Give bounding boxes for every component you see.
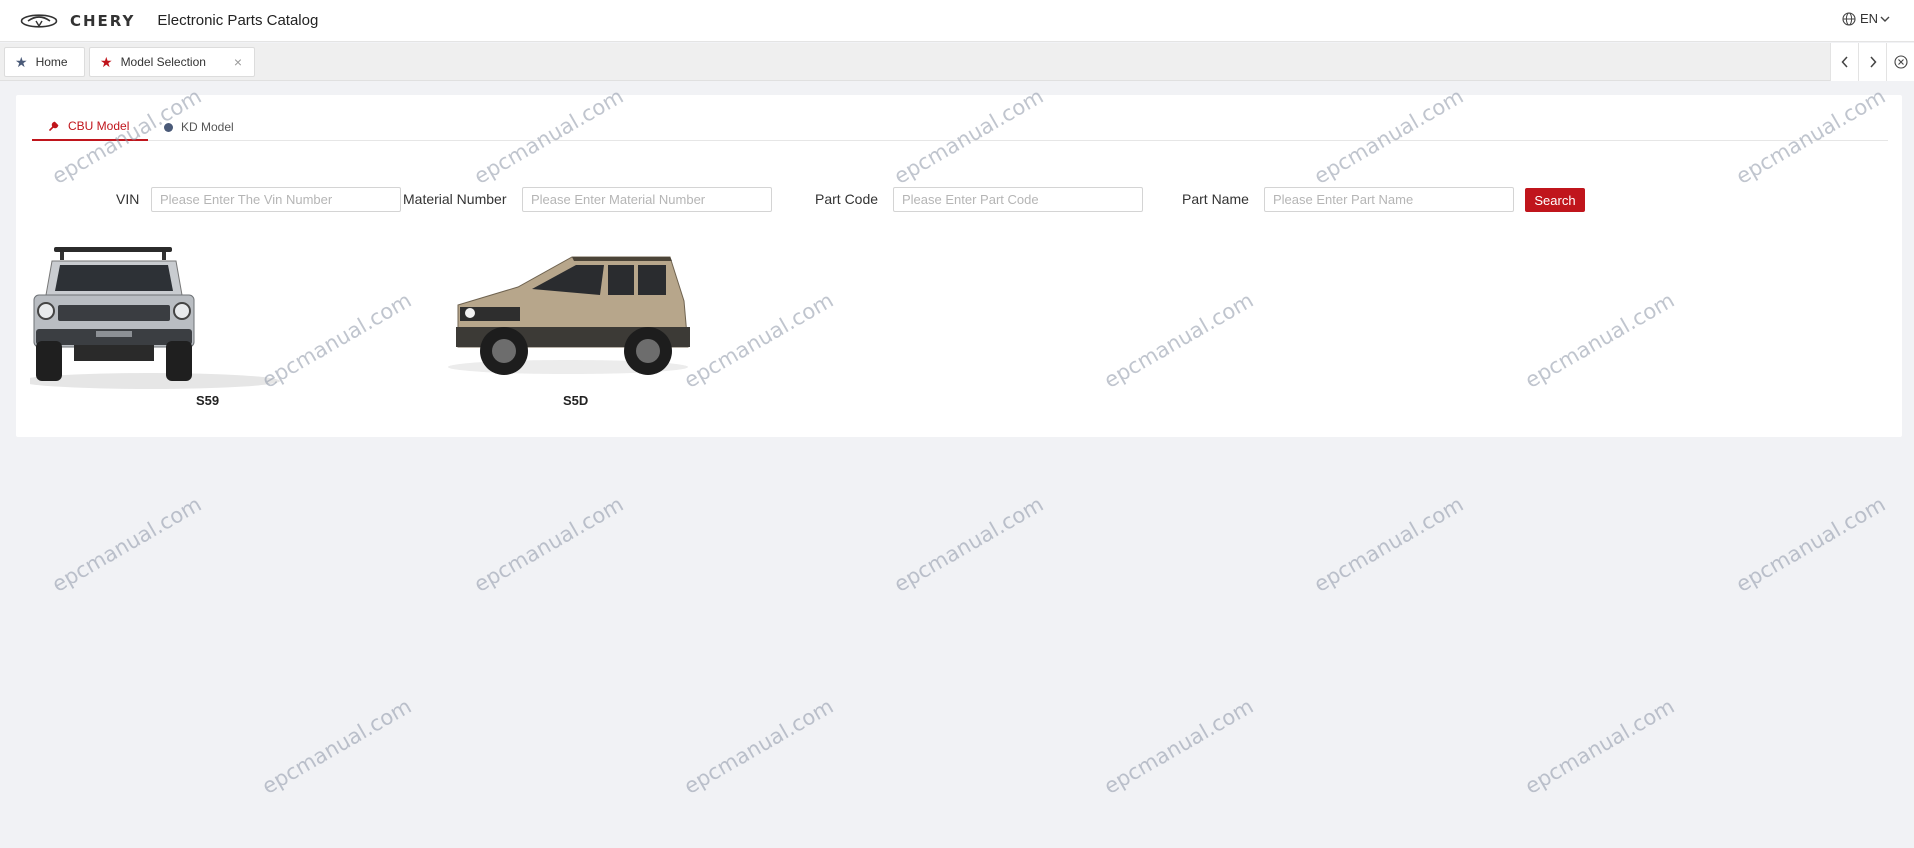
brand-name: CHERY (70, 11, 136, 30)
language-selector[interactable]: EN (1842, 11, 1890, 26)
model-name-s59: S59 (196, 393, 220, 408)
wrench-icon (48, 120, 60, 132)
watermark-text: epcmanual.com (48, 492, 206, 597)
vin-label: VIN (116, 191, 140, 207)
app-header: CHERY Electronic Parts Catalog EN (0, 0, 1914, 42)
chery-logo[interactable]: CHERY (20, 12, 135, 30)
tabs-scroll-left-button[interactable] (1830, 43, 1858, 81)
chevron-left-icon (1840, 56, 1848, 68)
app-title: Electronic Parts Catalog (157, 12, 319, 29)
tab-home[interactable]: ★ Home (4, 47, 85, 77)
search-button[interactable]: Search (1525, 188, 1585, 212)
circle-close-icon (1893, 55, 1908, 69)
chery-emblem-icon (20, 13, 58, 28)
star-icon: ★ (100, 54, 113, 70)
close-tab-icon[interactable]: × (234, 54, 242, 70)
part-code-input[interactable] (893, 187, 1143, 212)
model-name-s5d: S5D (563, 393, 589, 408)
part-name-input[interactable] (1264, 187, 1514, 212)
watermark-text: epcmanual.com (680, 694, 838, 799)
watermark-text: epcmanual.com (890, 492, 1048, 597)
model-card-s59[interactable]: S59 (30, 243, 390, 413)
tab-cbu-model[interactable]: CBU Model (32, 113, 148, 141)
search-form: VIN Material Number Part Code Part Name … (16, 187, 1902, 213)
dot-icon (164, 122, 173, 132)
s5d-car-image (448, 256, 690, 375)
tab-kd-model[interactable]: KD Model (160, 113, 234, 141)
star-icon: ★ (15, 54, 28, 70)
watermark-text: epcmanual.com (1732, 492, 1890, 597)
chevron-down-icon (1880, 16, 1890, 22)
watermark-text: epcmanual.com (1310, 492, 1468, 597)
tab-bar: ★ Home ★ Model Selection × (0, 43, 1914, 81)
watermark-text: epcmanual.com (258, 694, 416, 799)
watermark-text: epcmanual.com (1521, 694, 1679, 799)
globe-icon (1842, 11, 1856, 26)
vin-input[interactable] (151, 187, 401, 212)
part-code-label: Part Code (815, 191, 879, 207)
tabs-scroll-right-button[interactable] (1858, 43, 1886, 81)
model-type-tabs: CBU Model KD Model (32, 113, 1888, 141)
watermark-text: epcmanual.com (470, 492, 628, 597)
material-number-input[interactable] (522, 187, 772, 212)
material-number-label: Material Number (403, 191, 507, 207)
part-name-label: Part Name (1182, 191, 1249, 207)
watermark-text: epcmanual.com (1100, 694, 1258, 799)
close-all-tabs-button[interactable] (1886, 43, 1914, 81)
model-selection-panel: CBU Model KD Model VIN Material Number P… (16, 95, 1902, 437)
chevron-right-icon (1869, 56, 1877, 68)
model-card-s5d[interactable]: S5D (448, 243, 808, 413)
tab-model-selection-label: Model Selection (120, 55, 206, 69)
language-label: EN (1859, 11, 1878, 26)
tab-model-selection[interactable]: ★ Model Selection × (89, 47, 255, 77)
tab-kd-model-label: KD Model (181, 120, 234, 134)
tab-cbu-model-label: CBU Model (68, 119, 130, 133)
s59-car-image (30, 247, 280, 389)
tab-home-label: Home (35, 55, 68, 69)
